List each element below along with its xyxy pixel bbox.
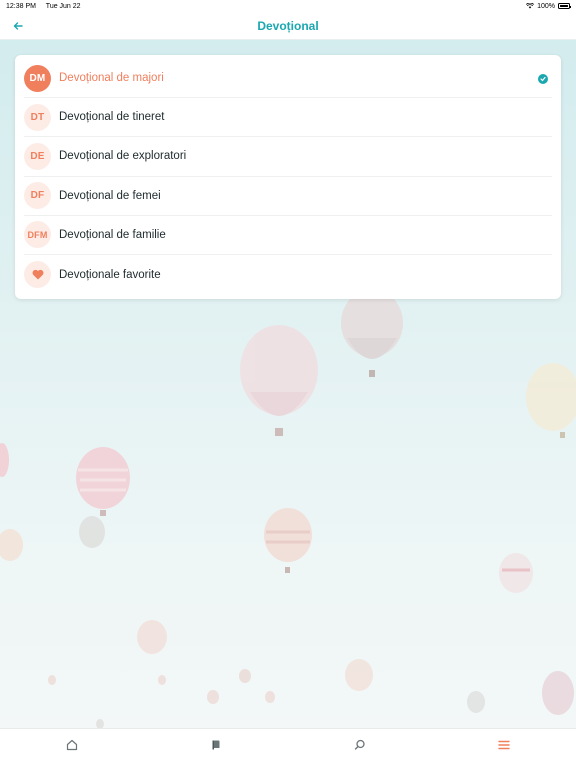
menu-item-devotional-tineret[interactable]: DT Devoțional de tineret bbox=[24, 98, 552, 138]
arrow-left-icon bbox=[13, 22, 23, 30]
menu-badge: DM bbox=[24, 64, 51, 92]
home-icon bbox=[66, 739, 78, 751]
status-left: 12:38 PM Tue Jun 22 bbox=[6, 3, 89, 10]
tab-bar bbox=[0, 728, 576, 768]
status-right: 100% bbox=[526, 2, 571, 10]
check-icon bbox=[538, 74, 548, 84]
menu-item-label: Devoțional de familie bbox=[59, 228, 166, 241]
page-title: Devoțional bbox=[257, 18, 319, 33]
nav-header: Devoțional bbox=[0, 12, 576, 40]
tab-book[interactable] bbox=[209, 738, 223, 752]
book-icon bbox=[212, 740, 220, 750]
search-icon bbox=[354, 739, 365, 750]
menu-item-label: Devoțional de majori bbox=[59, 72, 164, 85]
battery-icon bbox=[558, 3, 571, 9]
menu-item-devotional-femei[interactable]: DF Devoțional de femei bbox=[24, 177, 552, 216]
menu-badge: DT bbox=[24, 103, 51, 131]
status-date: Tue Jun 22 bbox=[45, 2, 81, 10]
menu-item-label: Devoționale favorite bbox=[59, 268, 161, 281]
menu-badge: DF bbox=[24, 182, 51, 210]
menu-item-devotional-majori[interactable]: DM Devoțional de majori bbox=[24, 59, 552, 99]
menu-item-devotional-exploratori[interactable]: DE Devoțional de exploratori bbox=[24, 137, 552, 177]
devotional-menu: DM Devoțional de majori DT Devoțional de… bbox=[15, 55, 561, 299]
menu-item-label: Devoțional de tineret bbox=[59, 111, 165, 124]
menu-item-devotionale-favorite[interactable]: Devoționale favorite bbox=[24, 255, 552, 294]
heart-icon bbox=[24, 261, 51, 289]
back-button[interactable] bbox=[10, 18, 26, 34]
menu-badge: DE bbox=[24, 142, 51, 170]
menu-badge: DFM bbox=[24, 221, 51, 249]
status-time: 12:38 PM bbox=[6, 2, 36, 10]
tab-home[interactable] bbox=[65, 738, 79, 752]
tab-search[interactable] bbox=[353, 738, 367, 752]
tab-menu[interactable] bbox=[497, 738, 511, 752]
battery-percent: 100% bbox=[537, 2, 555, 10]
menu-icon bbox=[498, 740, 510, 750]
menu-item-devotional-familie[interactable]: DFM Devoțional de familie bbox=[24, 216, 552, 255]
menu-item-label: Devoțional de femei bbox=[59, 189, 161, 202]
status-bar: 12:38 PM Tue Jun 22 100% bbox=[0, 0, 576, 12]
wifi-icon bbox=[526, 3, 535, 9]
menu-item-label: Devoțional de exploratori bbox=[59, 150, 187, 163]
